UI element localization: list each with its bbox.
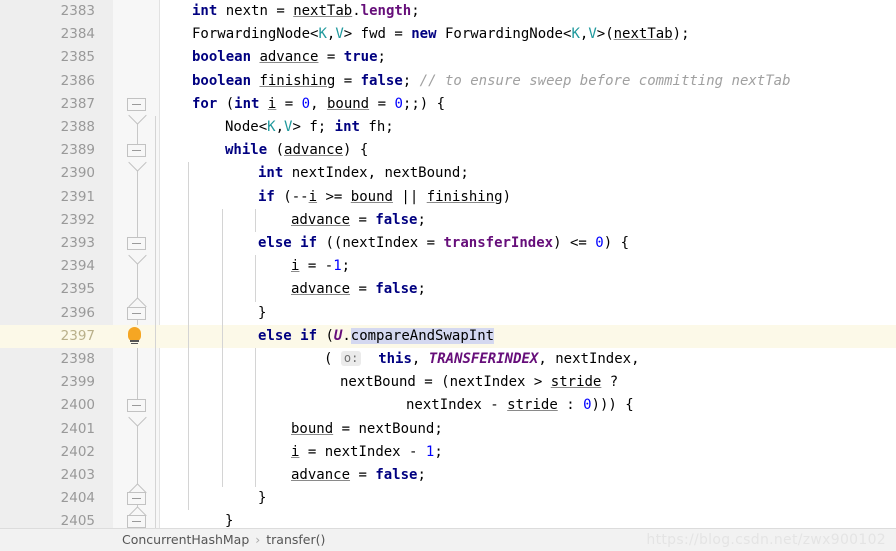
indent-guide — [188, 162, 189, 511]
code-line-background — [0, 209, 896, 232]
line-number[interactable]: 2400 — [0, 394, 95, 417]
line-number[interactable]: 2402 — [0, 441, 95, 464]
code-line-background — [0, 46, 896, 69]
code-line-background — [0, 441, 896, 464]
line-number[interactable]: 2399 — [0, 371, 95, 394]
indent-guide — [255, 208, 256, 232]
code-line[interactable]: 2405} — [0, 510, 896, 528]
code-text[interactable]: for (int i = 0, bound = 0;;) { — [160, 93, 445, 116]
code-text[interactable]: else if ((nextIndex = transferIndex) <= … — [160, 232, 629, 255]
code-line[interactable]: 2385 boolean advance = true; — [0, 46, 896, 69]
line-number[interactable]: 2404 — [0, 487, 95, 510]
code-line-background — [0, 510, 896, 528]
line-number[interactable]: 2386 — [0, 70, 95, 93]
line-number[interactable]: 2395 — [0, 278, 95, 301]
line-number[interactable]: 2387 — [0, 93, 95, 116]
code-line-background — [0, 116, 896, 139]
code-line[interactable]: 2398 ( o: this, TRANSFERINDEX, nextIndex, — [0, 348, 896, 371]
breadcrumb[interactable]: ConcurrentHashMap › transfer() — [122, 529, 325, 551]
code-text[interactable]: boolean finishing = false; // to ensure … — [160, 70, 791, 93]
lightbulb-icon[interactable] — [126, 326, 143, 346]
code-text[interactable]: else if (U.compareAndSwapInt — [160, 325, 495, 348]
code-line[interactable]: 2399 nextBound = (nextIndex > stride ? — [0, 371, 896, 394]
code-line-background — [0, 464, 896, 487]
code-text[interactable]: i = nextIndex - 1; — [160, 441, 443, 464]
selected-token: compareAndSwapInt — [350, 327, 495, 344]
code-line[interactable]: 2389 while (advance) { — [0, 139, 896, 162]
code-editor[interactable]: 2383 int nextn = nextTab.length; 2384 Forwa… — [0, 0, 896, 528]
code-line[interactable]: 2402 i = nextIndex - 1; — [0, 441, 896, 464]
line-number[interactable]: 2392 — [0, 209, 95, 232]
line-number[interactable]: 2393 — [0, 232, 95, 255]
code-text[interactable]: ( o: this, TRANSFERINDEX, nextIndex, — [160, 348, 640, 371]
code-text[interactable]: advance = false; — [160, 278, 426, 301]
line-number[interactable]: 2401 — [0, 418, 95, 441]
code-line-background — [0, 302, 896, 325]
code-text[interactable]: Node<K,V> f; int fh; — [160, 116, 394, 139]
code-line-background — [0, 418, 896, 441]
code-line-background — [0, 0, 896, 23]
code-text[interactable]: int nextn = nextTab.length; — [160, 0, 420, 23]
code-line[interactable]: 2387 for (int i = 0, bound = 0;;) { — [0, 93, 896, 116]
code-text[interactable]: nextBound = (nextIndex > stride ? — [160, 371, 618, 394]
line-number[interactable]: 2389 — [0, 139, 95, 162]
code-text[interactable]: } — [160, 510, 233, 528]
code-text[interactable]: advance = false; — [160, 209, 426, 232]
line-number[interactable]: 2394 — [0, 255, 95, 278]
code-line[interactable]: 2401 bound = nextBound; — [0, 418, 896, 441]
indent-guide — [255, 348, 256, 488]
indent-guide — [155, 116, 156, 528]
code-text[interactable]: while (advance) { — [160, 139, 368, 162]
code-line[interactable]: 2383 int nextn = nextTab.length; — [0, 0, 896, 23]
breadcrumb-separator: › — [255, 532, 261, 547]
code-line-background — [0, 93, 896, 116]
line-comment: // to ensure sweep before committing nex… — [419, 72, 791, 89]
line-number[interactable]: 2391 — [0, 186, 95, 209]
code-text[interactable]: ForwardingNode<K,V> fwd = new Forwarding… — [160, 23, 690, 46]
code-line[interactable]: 2395 advance = false; — [0, 278, 896, 301]
code-line[interactable]: 2404} — [0, 487, 896, 510]
inlay-hint: o: — [340, 351, 362, 366]
code-text[interactable]: advance = false; — [160, 464, 426, 487]
code-line[interactable]: 2392 advance = false; — [0, 209, 896, 232]
line-number[interactable]: 2403 — [0, 464, 95, 487]
ide-window: 2383 int nextn = nextTab.length; 2384 Forwa… — [0, 0, 896, 551]
code-line[interactable]: 2384 ForwardingNode<K,V> fwd = new Forwar… — [0, 23, 896, 46]
code-line[interactable]: 2394 i = -1; — [0, 255, 896, 278]
code-line[interactable]: 2388 Node<K,V> f; int fh; — [0, 116, 896, 139]
indent-guide — [222, 208, 223, 488]
breadcrumb-item[interactable]: transfer() — [266, 532, 325, 547]
code-line[interactable]: 2403 advance = false; — [0, 464, 896, 487]
code-text[interactable]: if (--i >= bound || finishing) — [160, 186, 511, 209]
code-text[interactable]: nextIndex - stride : 0))) { — [160, 394, 634, 417]
code-line[interactable]: 2393 else if ((nextIndex = transferIndex)… — [0, 232, 896, 255]
code-text[interactable]: } — [160, 487, 266, 510]
code-text[interactable]: int nextIndex, nextBound; — [160, 162, 469, 185]
code-line[interactable]: 2396} — [0, 302, 896, 325]
line-number[interactable]: 2390 — [0, 162, 95, 185]
code-line[interactable]: 2400 nextIndex - stride : 0))) { — [0, 394, 896, 417]
code-line-background — [0, 278, 896, 301]
watermark-text: https://blog.csdn.net/zwx900102 — [646, 532, 886, 548]
code-line-background — [0, 139, 896, 162]
line-number[interactable]: 2384 — [0, 23, 95, 46]
code-text[interactable]: bound = nextBound; — [160, 418, 443, 441]
line-number[interactable]: 2396 — [0, 302, 95, 325]
line-number[interactable]: 2397 — [0, 325, 95, 348]
line-number[interactable]: 2405 — [0, 510, 95, 528]
indent-guide — [255, 255, 256, 302]
code-line-background — [0, 255, 896, 278]
code-text[interactable]: } — [160, 302, 266, 325]
code-line[interactable]: 2390 int nextIndex, nextBound; — [0, 162, 896, 185]
line-number[interactable]: 2383 — [0, 0, 95, 23]
breadcrumb-item[interactable]: ConcurrentHashMap — [122, 532, 249, 547]
code-line[interactable]: 2386 boolean finishing = false; // to ens… — [0, 70, 896, 93]
code-line[interactable]: 2391 if (--i >= bound || finishing) — [0, 186, 896, 209]
line-number[interactable]: 2385 — [0, 46, 95, 69]
line-number[interactable]: 2388 — [0, 116, 95, 139]
code-text[interactable]: boolean advance = true; — [160, 46, 386, 69]
code-line-background — [0, 487, 896, 510]
line-number[interactable]: 2398 — [0, 348, 95, 371]
